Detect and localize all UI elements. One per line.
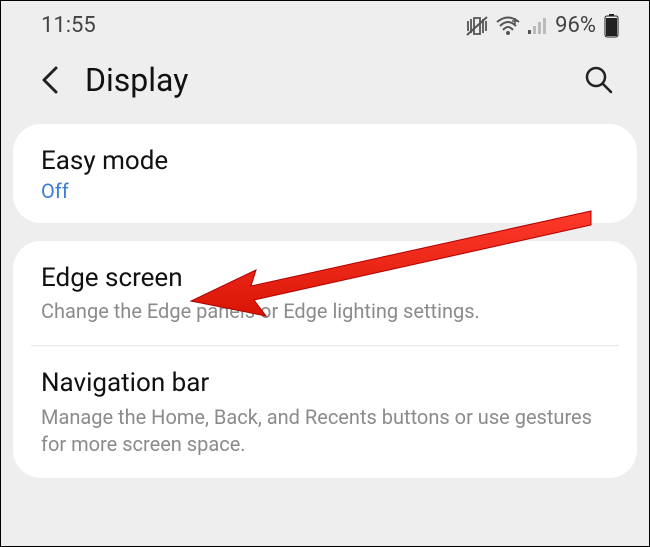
- vibrate-icon: [465, 15, 489, 37]
- easy-mode-title: Easy mode: [41, 146, 609, 177]
- navigation-bar-row[interactable]: Navigation bar Manage the Home, Back, an…: [13, 346, 637, 477]
- settings-card-1: Easy mode Off: [13, 124, 637, 223]
- status-bar: 11:55 96%: [1, 1, 649, 46]
- wifi-icon: [495, 16, 521, 36]
- status-time: 11:55: [41, 13, 96, 38]
- search-icon: [584, 65, 614, 95]
- status-icons: 96%: [465, 13, 619, 38]
- header: Display: [1, 46, 649, 124]
- battery-icon: [604, 14, 619, 38]
- edge-screen-title: Edge screen: [41, 263, 609, 294]
- signal-icon: [527, 17, 549, 35]
- edge-screen-subtitle: Change the Edge panels or Edge lighting …: [41, 298, 609, 325]
- chevron-left-icon: [40, 65, 62, 95]
- easy-mode-row[interactable]: Easy mode Off: [13, 124, 637, 223]
- back-button[interactable]: [31, 60, 71, 100]
- battery-percentage: 96%: [555, 13, 596, 38]
- settings-card-2: Edge screen Change the Edge panels or Ed…: [13, 241, 637, 477]
- navigation-bar-title: Navigation bar: [41, 368, 609, 399]
- edge-screen-row[interactable]: Edge screen Change the Edge panels or Ed…: [13, 241, 637, 345]
- page-title: Display: [85, 61, 579, 99]
- easy-mode-value: Off: [41, 179, 609, 203]
- search-button[interactable]: [579, 60, 619, 100]
- navigation-bar-subtitle: Manage the Home, Back, and Recents butto…: [41, 404, 609, 458]
